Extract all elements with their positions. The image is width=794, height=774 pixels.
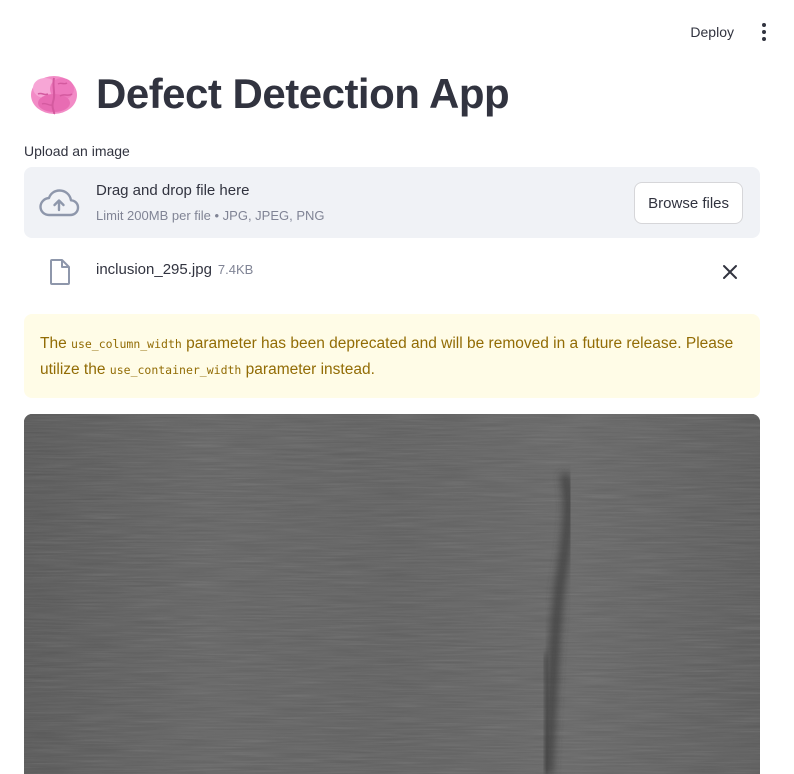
top-toolbar: Deploy xyxy=(686,20,772,44)
file-dropzone[interactable]: Drag and drop file here Limit 200MB per … xyxy=(24,167,760,238)
warning-text-1: The xyxy=(40,335,72,352)
deprecation-warning: The use_column_width parameter has been … xyxy=(24,314,760,398)
defect-image xyxy=(24,414,760,774)
upload-label: Upload an image xyxy=(24,143,130,159)
brain-icon xyxy=(31,76,77,115)
kebab-menu-icon[interactable] xyxy=(756,20,772,44)
uploaded-file-name: inclusion_295.jpg 7.4KB xyxy=(96,261,253,278)
uploaded-image xyxy=(24,414,760,774)
warning-code-2: use_container_width xyxy=(109,363,242,377)
uploaded-file-row: inclusion_295.jpg 7.4KB xyxy=(24,256,760,288)
browse-files-button[interactable]: Browse files xyxy=(634,182,743,224)
cloud-upload-icon xyxy=(39,189,80,217)
deploy-button[interactable]: Deploy xyxy=(686,22,738,42)
dropzone-limit-text: Limit 200MB per file • JPG, JPEG, PNG xyxy=(96,208,325,223)
page-title: Defect Detection App xyxy=(96,70,510,117)
close-icon[interactable] xyxy=(720,262,740,282)
dropzone-title: Drag and drop file here xyxy=(96,182,250,199)
title-row: Defect Detection App xyxy=(28,68,510,120)
file-icon xyxy=(50,259,70,285)
file-size: 7.4KB xyxy=(217,262,254,277)
file-name-text: inclusion_295.jpg xyxy=(96,261,212,278)
warning-text-3: parameter instead. xyxy=(241,361,375,378)
warning-code-1: use_column_width xyxy=(71,337,182,351)
